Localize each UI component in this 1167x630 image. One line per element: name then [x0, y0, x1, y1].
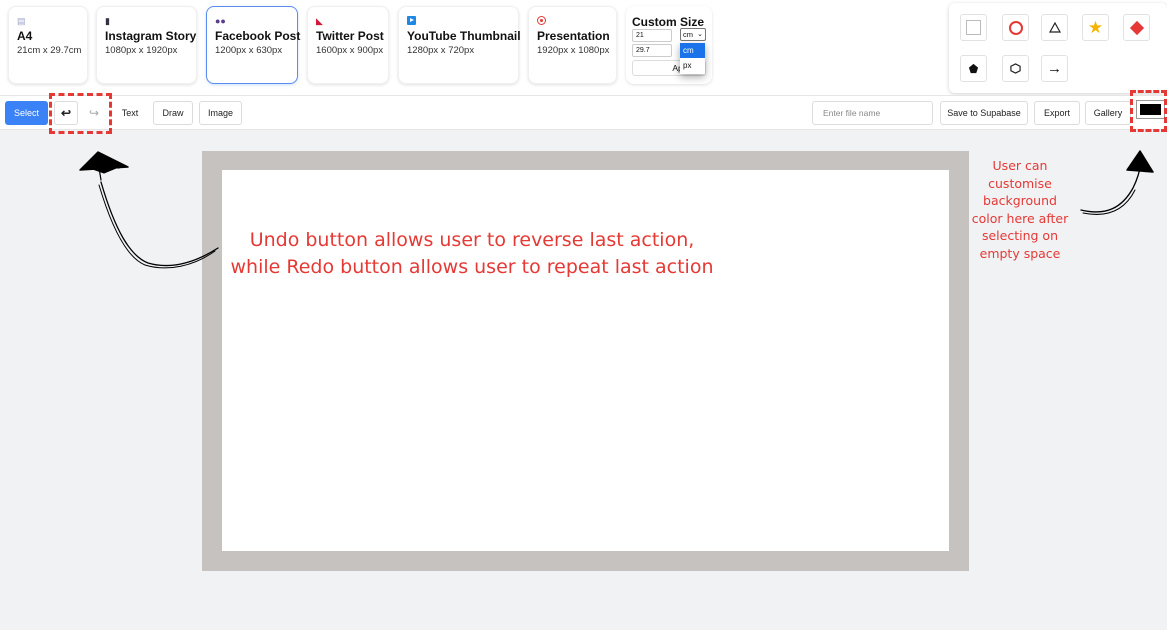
- annotation-arrows: [79, 150, 1154, 269]
- unit-option-px[interactable]: px: [680, 58, 705, 73]
- arrow-to-undo: [79, 151, 219, 269]
- unit-dropdown: cm px: [680, 43, 705, 74]
- unit-option-cm[interactable]: cm: [680, 43, 705, 58]
- arrow-to-color-picker: [1080, 150, 1154, 215]
